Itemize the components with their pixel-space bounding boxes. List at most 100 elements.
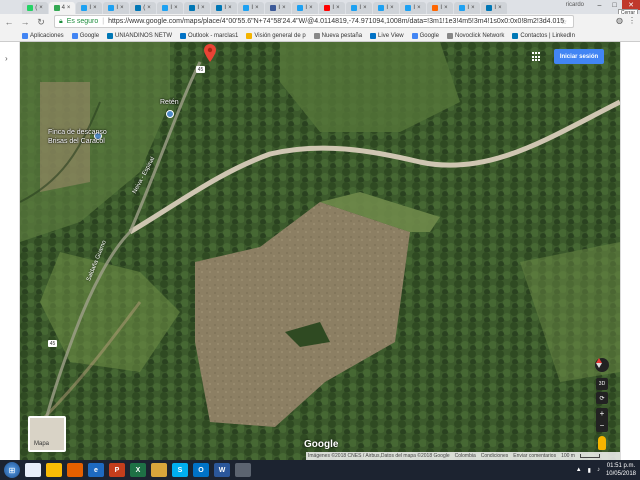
tab-close-icon[interactable]: × xyxy=(498,5,502,11)
taskbar-app-icon[interactable]: O xyxy=(193,463,209,477)
side-panel-toggle[interactable]: › xyxy=(0,42,20,460)
minimize-button[interactable]: – xyxy=(592,0,607,10)
extension-icon[interactable]: ◍ xyxy=(616,16,623,25)
browser-tab[interactable]: I × xyxy=(319,2,345,14)
back-icon[interactable]: ← xyxy=(4,17,14,27)
profile-name[interactable]: ricardo xyxy=(566,2,584,8)
bookmark-item[interactable]: Google xyxy=(411,32,439,39)
clock[interactable]: 01:51 p.m. 10/05/2018 xyxy=(606,462,636,478)
browser-tab[interactable]: I × xyxy=(184,2,210,14)
taskbar-app-icon[interactable]: P xyxy=(109,463,125,477)
tab-close-icon[interactable]: × xyxy=(309,5,313,11)
bookmark-item[interactable]: Novoclick Network xyxy=(446,32,504,39)
browser-tab[interactable]: I × xyxy=(427,2,453,14)
browser-tab[interactable]: I × xyxy=(400,2,426,14)
bookmark-favicon-icon xyxy=(180,32,187,39)
tab-label: I xyxy=(89,5,92,11)
compass-icon[interactable] xyxy=(595,358,609,372)
bookmark-item[interactable]: UNIANDINOS NETW xyxy=(107,32,172,39)
browser-tab[interactable]: I × xyxy=(211,2,237,14)
bookmark-favicon-icon xyxy=(71,32,78,39)
browser-tab[interactable]: I × xyxy=(481,2,507,14)
zoom-out-button[interactable]: − xyxy=(596,420,608,432)
zoom-in-button[interactable]: + xyxy=(596,408,608,420)
browser-tab[interactable]: I × xyxy=(292,2,318,14)
tab-close-icon[interactable]: × xyxy=(39,5,43,11)
map-type-thumbnail[interactable]: Mapa xyxy=(28,416,66,452)
taskbar-app-icon[interactable] xyxy=(151,463,167,477)
browser-tab[interactable]: I × xyxy=(103,2,129,14)
3d-toggle-button[interactable]: 3D xyxy=(596,378,608,390)
taskbar-app-icon[interactable] xyxy=(235,463,251,477)
street-view-pegman-icon[interactable] xyxy=(598,436,606,450)
tab-close-icon[interactable]: × xyxy=(93,5,97,11)
tab-close-icon[interactable]: × xyxy=(228,5,232,11)
terms-link[interactable]: Condiciones xyxy=(481,453,509,459)
tab-close-icon[interactable]: × xyxy=(174,5,178,11)
browser-tab[interactable]: I × xyxy=(346,2,372,14)
apps-grid-icon[interactable] xyxy=(532,52,542,62)
tab-close-icon[interactable]: × xyxy=(147,5,151,11)
tab-close-icon[interactable]: × xyxy=(255,5,259,11)
browser-tab[interactable]: I × xyxy=(157,2,183,14)
place-label-reten[interactable]: Retén xyxy=(160,99,179,106)
clock-date: 10/05/2018 xyxy=(605,471,636,477)
bookmark-label: Google xyxy=(79,32,100,39)
star-icon[interactable]: ☆ xyxy=(561,18,567,26)
map-view[interactable]: Iniciar sesión 45 45 Retén Finca de desc… xyxy=(20,42,620,460)
tab-close-icon[interactable]: × xyxy=(471,5,475,11)
browser-tab[interactable]: I × xyxy=(454,2,480,14)
place-label-finca[interactable]: Finca de descanso Brisas del Caracol xyxy=(48,128,107,146)
tab-close-icon[interactable]: × xyxy=(336,5,340,11)
browser-tab[interactable]: I × xyxy=(76,2,102,14)
bookmark-item[interactable]: Visión general de p xyxy=(246,32,306,39)
taskbar-app-icon[interactable] xyxy=(67,463,83,477)
windows-taskbar: ⊞ ePX SOW ▲ ▮ ♪ 01:51 p.m. 10/05/2018 xyxy=(0,460,640,480)
tab-close-icon[interactable]: × xyxy=(201,5,205,11)
browser-tab[interactable]: I × xyxy=(373,2,399,14)
browser-tab[interactable]: I × xyxy=(265,2,291,14)
taskbar-app-icon[interactable] xyxy=(46,463,62,477)
scale-label[interactable]: 100 m xyxy=(561,453,575,459)
volume-icon[interactable]: ♪ xyxy=(597,467,600,473)
taskbar-app-icon[interactable]: X xyxy=(130,463,146,477)
rotate-icon[interactable]: ⟳ xyxy=(596,392,608,404)
menu-icon[interactable]: ⋮ xyxy=(628,16,636,25)
feedback-link[interactable]: Enviar comentarios xyxy=(513,453,556,459)
address-bar[interactable]: 🔒︎ Es seguro | https://www.google.com/ma… xyxy=(54,15,574,28)
tab-close-icon[interactable]: × xyxy=(363,5,367,11)
network-icon[interactable]: ▮ xyxy=(588,467,591,474)
tab-close-icon[interactable]: × xyxy=(282,5,286,11)
sign-in-button[interactable]: Iniciar sesión xyxy=(554,49,604,64)
tab-close-icon[interactable]: × xyxy=(417,5,421,11)
bookmark-item[interactable]: Contactos | LinkedIn xyxy=(512,32,575,39)
tab-close-icon[interactable]: × xyxy=(67,5,71,11)
taskbar-app-icon[interactable]: W xyxy=(214,463,230,477)
forward-icon[interactable]: → xyxy=(20,17,30,27)
browser-tab[interactable]: 4 × xyxy=(49,2,75,14)
tab-close-icon[interactable]: × xyxy=(444,5,448,11)
bookmark-item[interactable]: Aplicaciones xyxy=(22,32,64,39)
place-marker-icon[interactable] xyxy=(166,110,174,120)
reload-icon[interactable]: ↻ xyxy=(36,17,46,28)
location-pin-icon[interactable] xyxy=(204,44,216,62)
tab-favicon-icon xyxy=(459,5,466,11)
taskbar-app-icon[interactable]: e xyxy=(88,463,104,477)
tab-favicon-icon xyxy=(189,5,196,11)
bookmark-item[interactable]: Live View xyxy=(370,32,404,39)
bookmark-item[interactable]: Google xyxy=(71,32,100,39)
bookmark-label: Google xyxy=(419,32,439,39)
tab-close-icon[interactable]: × xyxy=(120,5,124,11)
country-label[interactable]: Colombia xyxy=(455,453,476,459)
browser-tab[interactable]: I × xyxy=(238,2,264,14)
bookmark-item[interactable]: Outlook - marclas1 xyxy=(180,32,238,39)
tab-label: I xyxy=(440,5,443,11)
browser-tab[interactable]: (× xyxy=(130,2,156,14)
tab-close-icon[interactable]: × xyxy=(390,5,394,11)
taskbar-app-icon[interactable]: S xyxy=(172,463,188,477)
bookmark-item[interactable]: Nueva pestaña xyxy=(313,32,362,39)
windows-start-icon[interactable]: ⊞ xyxy=(4,462,20,478)
taskbar-app-icon[interactable] xyxy=(25,463,41,477)
browser-tab[interactable]: (× xyxy=(22,2,48,14)
tray-arrow-icon[interactable]: ▲ xyxy=(576,467,582,473)
